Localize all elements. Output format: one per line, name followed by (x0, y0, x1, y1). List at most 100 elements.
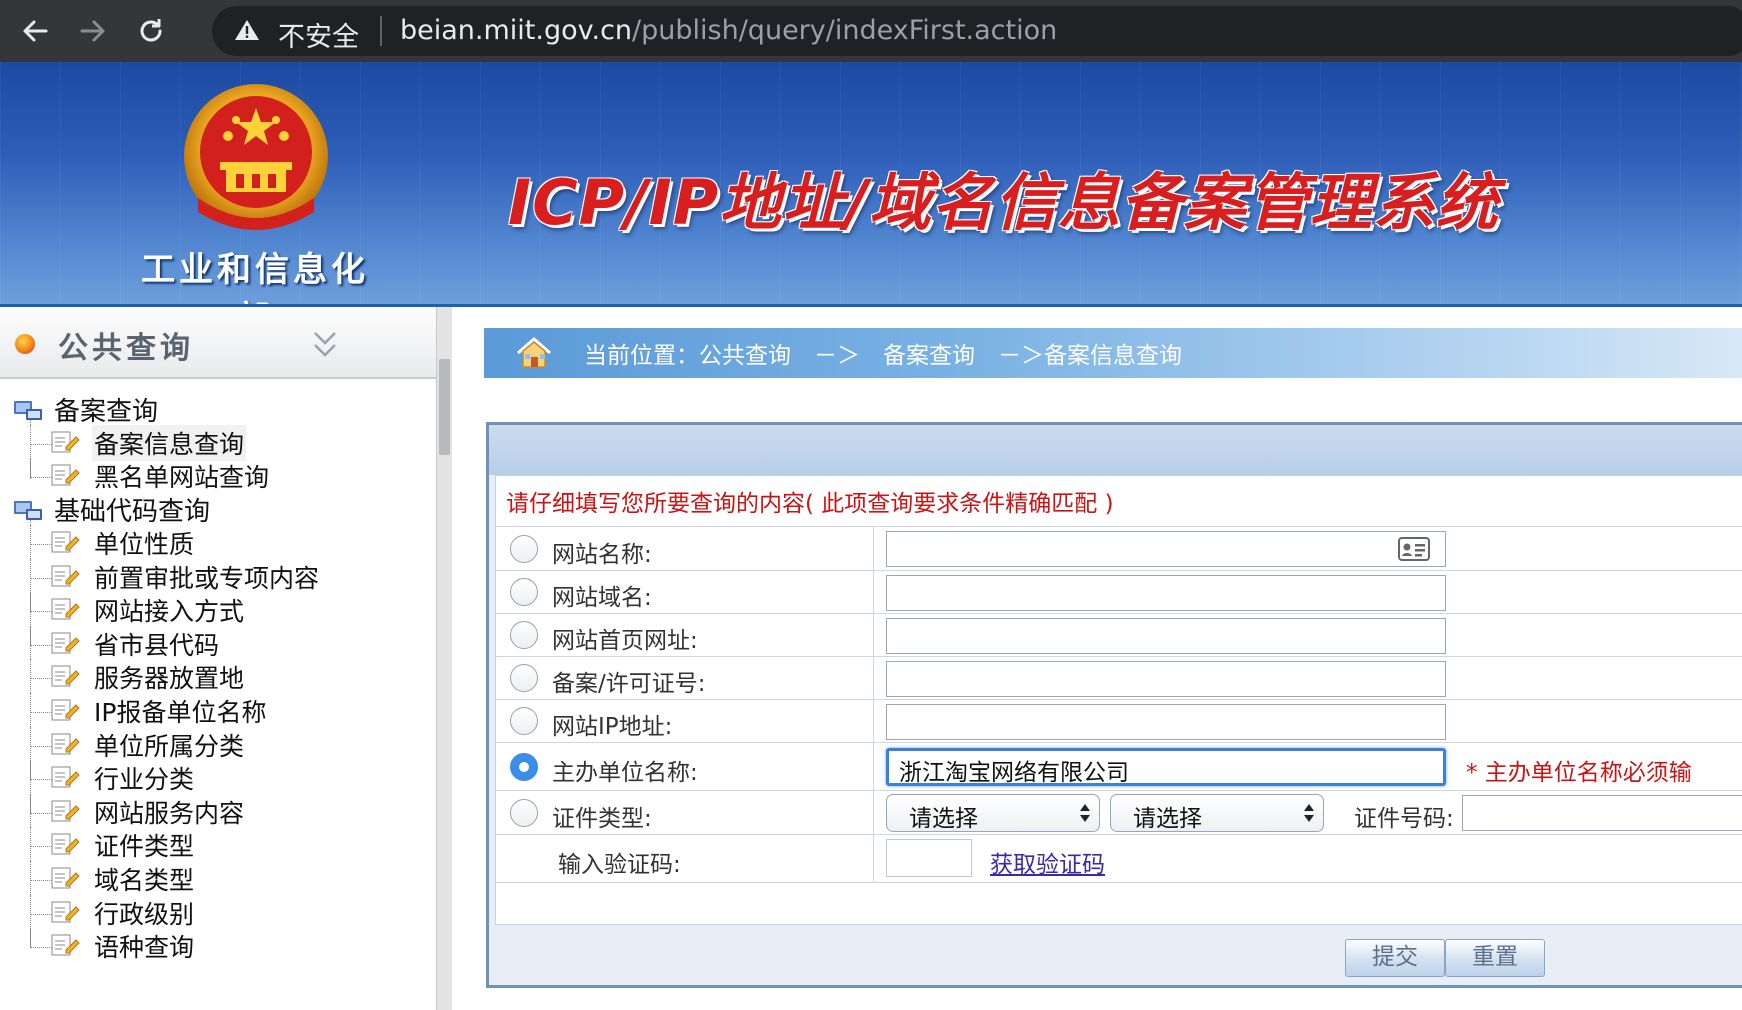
cert-subtype-select[interactable]: 请选择 (1110, 794, 1324, 832)
document-edit-icon (51, 665, 80, 687)
cert-type-select[interactable]: 请选择 (886, 794, 1100, 832)
field-label: 网站IP地址: (552, 714, 673, 740)
cert-number-label: 证件号码: (1354, 806, 1454, 832)
sidebar-header[interactable]: 公共查询 (0, 307, 436, 379)
field-label: 证件类型: (552, 806, 652, 832)
url-path: /publish/query/indexFirst.action (632, 15, 1058, 46)
license-number-input[interactable] (886, 661, 1446, 697)
document-edit-icon (51, 833, 80, 855)
scrollbar-thumb[interactable] (439, 359, 450, 455)
chevron-double-down-icon[interactable] (312, 327, 338, 361)
row-organizer-name: 主办单位名称: 浙江淘宝网络有限公司 * 主办单位名称必须输 (496, 742, 1742, 790)
form-divider (496, 882, 1742, 883)
document-edit-icon (51, 531, 80, 553)
sidebar-item-label: 语种查询 (94, 933, 195, 963)
sidebar-category-label: 备案查询 (54, 397, 159, 427)
breadcrumb: 当前位置：公共查询 －＞ 备案查询 －＞备案信息查询 (484, 328, 1742, 378)
document-edit-icon (51, 934, 80, 956)
captcha-input[interactable] (886, 839, 972, 877)
sidebar-title: 公共查询 (58, 331, 194, 366)
orange-dot-icon (15, 334, 35, 354)
document-edit-icon (51, 699, 80, 721)
document-edit-icon (51, 733, 80, 755)
field-label: 网站名称: (552, 542, 652, 568)
radio-site-ip[interactable] (510, 707, 538, 735)
sidebar-item-label: 行政级别 (94, 899, 195, 929)
required-note: * 主办单位名称必须输 (1466, 760, 1692, 786)
reload-button[interactable] (128, 8, 174, 54)
url-host: beian.miit.gov.cn (400, 15, 633, 46)
sidebar-item-label: 黑名单网站查询 (94, 463, 270, 492)
select-value: 请选择 (1133, 806, 1202, 832)
sidebar-item-label: 省市县代码 (94, 630, 220, 660)
field-label: 网站首页网址: (552, 628, 698, 654)
document-edit-icon (51, 800, 80, 822)
document-edit-icon (51, 867, 80, 889)
query-notice: 请仔细填写您所要查询的内容( 此项查询要求条件精确匹配 ) (506, 491, 1114, 517)
ministry-name: 工业和信息化部 (141, 250, 369, 304)
url-text[interactable]: beian.miit.gov.cn/publish/query/indexFir… (400, 15, 1057, 46)
row-captcha: 输入验证码: 获取验证码 (496, 834, 1742, 882)
document-edit-icon (51, 431, 80, 453)
get-captcha-link[interactable]: 获取验证码 (990, 845, 1105, 879)
row-homepage-url: 网站首页网址: (496, 613, 1742, 656)
sidebar-item-label: 证件类型 (94, 832, 195, 862)
sidebar-item-label: 行业分类 (94, 765, 195, 795)
row-site-name: 网站名称: (496, 526, 1742, 570)
field-label: 主办单位名称: (552, 760, 698, 786)
sidebar-item-label: 备案信息查询 (92, 425, 247, 461)
folder-computer-icon (14, 501, 42, 520)
address-bar[interactable]: 不安全 beian.miit.gov.cn/publish/query/inde… (212, 6, 1742, 56)
folder-computer-icon (14, 401, 42, 420)
row-site-ip: 网站IP地址: (496, 699, 1742, 742)
radio-site-name[interactable] (510, 535, 538, 563)
site-ip-input[interactable] (886, 704, 1446, 740)
sidebar-item-label: 域名类型 (94, 866, 195, 895)
radio-site-domain[interactable] (510, 578, 538, 606)
breadcrumb-text: 当前位置：公共查询 －＞ 备案查询 －＞备案信息查询 (584, 343, 1182, 369)
homepage-url-input[interactable] (886, 618, 1446, 654)
field-label: 备案/许可证号: (552, 671, 706, 697)
row-license-number: 备案/许可证号: (496, 656, 1742, 699)
select-arrows-icon (1304, 804, 1314, 822)
sidebar-category-label: 基础代码查询 (54, 497, 211, 527)
cert-number-input[interactable] (1462, 795, 1742, 831)
radio-organizer-name[interactable] (510, 753, 538, 781)
radio-license-number[interactable] (510, 664, 538, 692)
sidebar-item-label: 服务器放置地 (94, 664, 245, 694)
select-value: 请选择 (909, 806, 978, 832)
field-label: 网站域名: (552, 585, 652, 611)
back-button[interactable] (12, 8, 58, 54)
document-edit-icon (51, 598, 80, 620)
sidebar-item-label: 单位所属分类 (94, 731, 245, 761)
row-site-domain: 网站域名: (496, 570, 1742, 613)
site-name-input[interactable] (886, 531, 1446, 567)
query-form: 请仔细填写您所要查询的内容( 此项查询要求条件精确匹配 ) 网站名称: 网站域名… (495, 475, 1742, 925)
forward-button[interactable] (70, 8, 116, 54)
system-title: ICP/IP地址/域名信息备案管理系统 (508, 166, 1499, 239)
arrow-right-icon (80, 20, 105, 42)
document-edit-icon (51, 464, 80, 486)
sidebar-item-label: 网站服务内容 (94, 798, 245, 828)
home-icon[interactable] (514, 334, 554, 372)
submit-button[interactable]: 提交 (1345, 939, 1445, 977)
reload-icon (140, 19, 162, 42)
national-emblem-icon (184, 84, 328, 230)
sidebar-item-label: 前置审批或专项内容 (94, 563, 320, 593)
select-arrows-icon (1080, 804, 1090, 822)
radio-homepage-url[interactable] (510, 621, 538, 649)
document-edit-icon (51, 766, 80, 788)
reset-button[interactable]: 重置 (1445, 939, 1545, 977)
arrow-left-icon (23, 20, 48, 42)
site-domain-input[interactable] (886, 575, 1446, 611)
site-header: 工业和信息化部 ICP/IP地址/域名信息备案管理系统 (0, 62, 1742, 307)
browser-toolbar: 不安全 beian.miit.gov.cn/publish/query/inde… (0, 0, 1742, 62)
radio-cert-type[interactable] (510, 799, 538, 827)
sidebar-scrollbar[interactable] (436, 307, 452, 1010)
document-edit-icon (51, 901, 80, 923)
captcha-label: 输入验证码: (558, 852, 681, 878)
contact-card-icon[interactable] (1398, 537, 1430, 561)
organizer-name-input[interactable]: 浙江淘宝网络有限公司 (886, 748, 1446, 786)
omnibox-divider (380, 16, 382, 46)
security-status[interactable]: 不安全 (278, 15, 359, 54)
